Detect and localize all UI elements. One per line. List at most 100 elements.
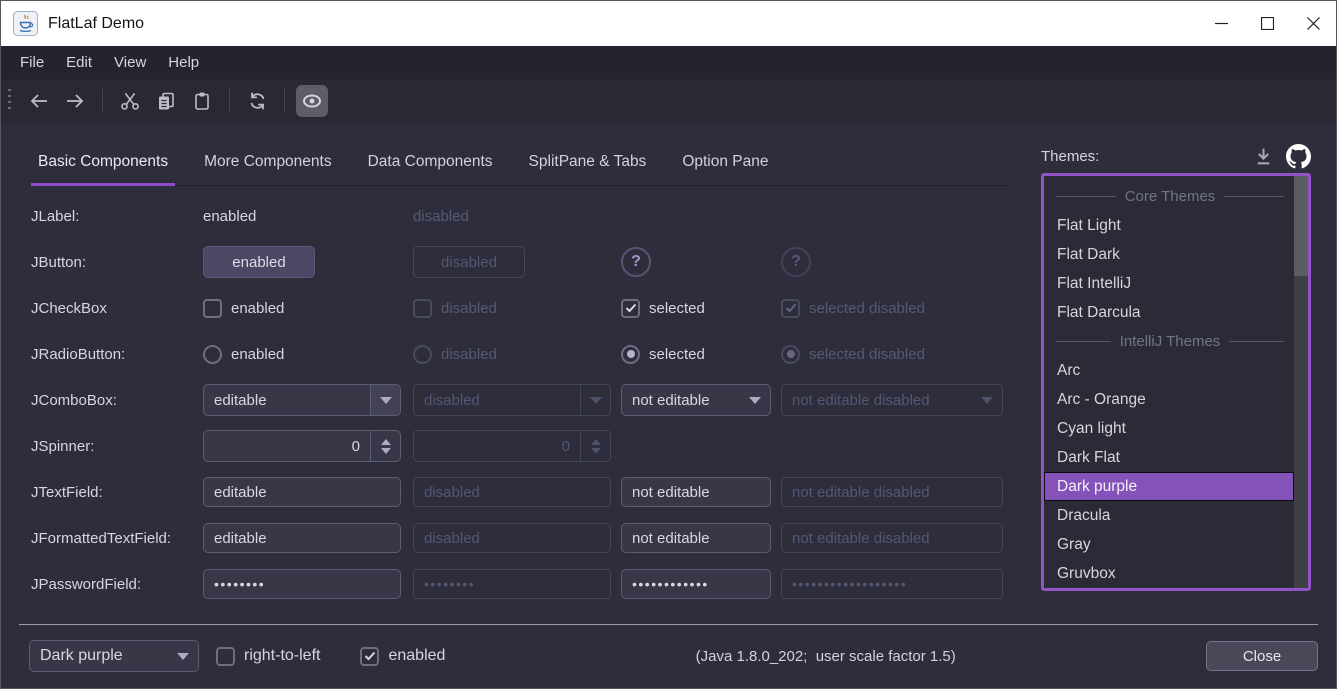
close-window-button[interactable] [1290, 1, 1336, 46]
formatted-textfield-not-editable[interactable]: not editable [621, 523, 771, 553]
toolbar-separator [102, 89, 103, 113]
jlabel-enabled: enabled [203, 208, 413, 225]
password-field-disabled: •••••••• [413, 569, 611, 599]
theme-item-flat-dark[interactable]: Flat Dark [1044, 240, 1294, 269]
checkbox-icon[interactable] [216, 647, 235, 666]
combobox-arrow-button[interactable] [370, 385, 400, 415]
chevron-down-icon [981, 397, 993, 404]
chevron-down-icon [177, 653, 189, 660]
theme-group-separator: Core Themes [1044, 182, 1294, 211]
forward-button[interactable] [59, 85, 91, 117]
menu-edit[interactable]: Edit [55, 46, 103, 79]
checkbox-checked-icon [781, 299, 800, 318]
combobox-arrow-button[interactable] [740, 385, 770, 415]
textfield-not-editable[interactable]: not editable [621, 477, 771, 507]
theme-item-dark-purple[interactable]: Dark purple [1044, 472, 1294, 501]
radio-enabled[interactable]: enabled [203, 345, 413, 364]
tab-option-pane[interactable]: Option Pane [675, 145, 775, 186]
theme-item-arc-orange[interactable]: Arc - Orange [1044, 385, 1294, 414]
combobox-arrow-button[interactable] [168, 641, 198, 671]
close-button[interactable]: Close [1206, 641, 1318, 671]
jradiobutton-row-label: JRadioButton: [31, 346, 203, 363]
theme-item-flat-darcula[interactable]: Flat Darcula [1044, 298, 1294, 327]
tab-bar: Basic Components More Components Data Co… [31, 145, 1011, 186]
themes-scrollbar[interactable] [1294, 176, 1308, 588]
menu-help[interactable]: Help [157, 46, 210, 79]
password-field-not-editable[interactable]: •••••••••••• [621, 569, 771, 599]
minimize-button[interactable] [1198, 1, 1244, 46]
tabbed-pane: Basic Components More Components Data Co… [31, 123, 1011, 624]
theme-group-separator: IntelliJ Themes [1044, 327, 1294, 356]
themes-panel: Themes: Core Themes Flat Light Flat Dark… [1041, 123, 1311, 624]
paste-button[interactable] [186, 85, 218, 117]
spinner-down-icon[interactable] [381, 448, 391, 454]
spinner-up-icon [591, 439, 601, 445]
theme-item-arc[interactable]: Arc [1044, 356, 1294, 385]
theme-item-dark-flat[interactable]: Dark Flat [1044, 443, 1294, 472]
spinner-up-icon[interactable] [381, 439, 391, 445]
copy-button[interactable] [150, 85, 182, 117]
github-link-button[interactable] [1286, 144, 1311, 169]
show-hidden-toggle-button[interactable] [296, 85, 328, 117]
enabled-checkbox[interactable]: enabled [360, 647, 445, 666]
refresh-button[interactable] [241, 85, 273, 117]
spinner-buttons[interactable] [370, 431, 400, 461]
password-field-not-editable-disabled: •••••••••••••••••• [781, 569, 1003, 599]
tab-data-components[interactable]: Data Components [361, 145, 500, 186]
toolbar-separator [229, 89, 230, 113]
toolbar-separator [284, 89, 285, 113]
theme-item-gray[interactable]: Gray [1044, 530, 1294, 559]
radio-selected[interactable]: selected [621, 345, 781, 364]
themes-label: Themes: [1041, 148, 1241, 165]
formatted-textfield-editable[interactable]: editable [203, 523, 401, 553]
cut-icon [120, 91, 140, 111]
checkbox-enabled[interactable]: enabled [203, 299, 413, 318]
help-button[interactable]: ? [621, 247, 651, 277]
theme-item-cyan-light[interactable]: Cyan light [1044, 414, 1294, 443]
spinner-enabled[interactable]: 0 [203, 430, 401, 462]
jcheckbox-row-label: JCheckBox [31, 300, 203, 317]
back-button[interactable] [23, 85, 55, 117]
help-button-disabled: ? [781, 247, 811, 277]
enabled-button[interactable]: enabled [203, 246, 315, 278]
password-field-editable[interactable]: •••••••• [203, 569, 401, 599]
checkbox-checked-icon[interactable] [360, 647, 379, 666]
menu-file[interactable]: File [9, 46, 55, 79]
download-themes-button[interactable] [1253, 146, 1274, 167]
theme-item-flat-intellij[interactable]: Flat IntelliJ [1044, 269, 1294, 298]
theme-item-gruvbox[interactable]: Gruvbox [1044, 559, 1294, 588]
content-area: Basic Components More Components Data Co… [1, 123, 1336, 624]
textfield-editable[interactable]: editable [203, 477, 401, 507]
checkbox-checked-icon[interactable] [621, 299, 640, 318]
scrollbar-thumb[interactable] [1294, 176, 1308, 276]
cut-button[interactable] [114, 85, 146, 117]
copy-icon [156, 91, 176, 111]
toolbar-grip[interactable] [8, 89, 11, 113]
menu-view[interactable]: View [103, 46, 157, 79]
spinner-down-icon [591, 448, 601, 454]
spinner-buttons [580, 431, 610, 461]
paste-icon [192, 91, 212, 111]
tab-more-components[interactable]: More Components [197, 145, 339, 186]
theme-selector-combobox[interactable]: Dark purple [29, 640, 199, 672]
combobox-editable[interactable]: editable [203, 384, 401, 416]
theme-item-flat-light[interactable]: Flat Light [1044, 211, 1294, 240]
combobox-not-editable[interactable]: not editable [621, 384, 771, 416]
titlebar: FlatLaf Demo [1, 1, 1336, 46]
chevron-down-icon [749, 397, 761, 404]
tab-basic-components[interactable]: Basic Components [31, 145, 175, 186]
combobox-arrow-button [580, 385, 610, 415]
radio-icon[interactable] [203, 345, 222, 364]
theme-item-dracula[interactable]: Dracula [1044, 501, 1294, 530]
checkbox-selected[interactable]: selected [621, 299, 781, 318]
jcombobox-row-label: JComboBox: [31, 392, 203, 409]
radio-icon [413, 345, 432, 364]
toolbar [1, 79, 1336, 123]
jlabel-disabled: disabled [413, 208, 621, 225]
checkbox-icon[interactable] [203, 299, 222, 318]
maximize-button[interactable] [1244, 1, 1290, 46]
tab-splitpane-tabs[interactable]: SplitPane & Tabs [522, 145, 654, 186]
combobox-arrow-button [972, 385, 1002, 415]
radio-selected-icon[interactable] [621, 345, 640, 364]
right-to-left-checkbox[interactable]: right-to-left [216, 647, 320, 666]
